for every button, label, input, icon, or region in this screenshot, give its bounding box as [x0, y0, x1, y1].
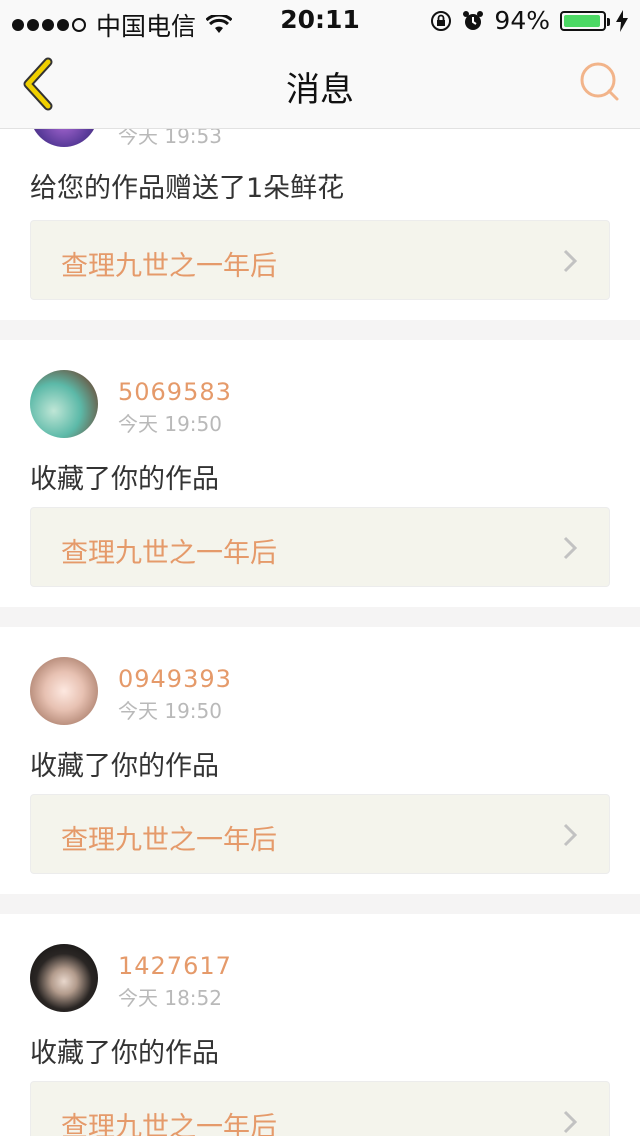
avatar[interactable]: [30, 129, 98, 147]
avatar[interactable]: [30, 370, 98, 438]
message-text: 给您的作品赠送了1朵鲜花: [30, 173, 345, 204]
status-right: 94%: [430, 6, 628, 35]
rotation-lock-icon: [431, 10, 452, 31]
list-item: 0949393 今天 19:50 收藏了你的作品 查理九世之一年后: [0, 627, 640, 894]
work-link[interactable]: 查理九世之一年后: [30, 507, 610, 587]
message-text: 收藏了你的作品: [30, 1038, 219, 1069]
username[interactable]: 1427617: [118, 952, 232, 980]
work-link[interactable]: 查理九世之一年后: [30, 220, 610, 300]
message-text: 收藏了你的作品: [30, 464, 219, 495]
charging-icon: [616, 9, 628, 32]
message-list[interactable]: 今天 19:53 给您的作品赠送了1朵鲜花 查理九世之一年后 5069583 今…: [0, 129, 640, 1136]
avatar[interactable]: [30, 944, 98, 1012]
work-title: 查理九世之一年后: [61, 251, 277, 282]
status-bar: 中国电信 20:11 94%: [0, 0, 640, 41]
work-link[interactable]: 查理九世之一年后: [30, 794, 610, 874]
work-title: 查理九世之一年后: [61, 1112, 277, 1136]
message-time: 今天 19:53: [118, 129, 222, 148]
work-link[interactable]: 查理九世之一年后: [30, 1081, 610, 1136]
message-time: 今天 19:50: [118, 412, 222, 436]
username[interactable]: 0949393: [118, 665, 232, 693]
message-time: 今天 18:52: [118, 986, 222, 1010]
page-title: 消息: [286, 70, 354, 110]
list-item: 5069583 今天 19:50 收藏了你的作品 查理九世之一年后: [0, 340, 640, 607]
avatar[interactable]: [30, 657, 98, 725]
username[interactable]: 5069583: [118, 378, 232, 406]
list-item: 今天 19:53 给您的作品赠送了1朵鲜花 查理九世之一年后: [0, 129, 640, 320]
message-time: 今天 19:50: [118, 699, 222, 723]
battery-percent: 94%: [494, 6, 550, 35]
work-title: 查理九世之一年后: [61, 538, 277, 569]
work-title: 查理九世之一年后: [61, 825, 277, 856]
chevron-right-icon: [563, 823, 578, 847]
chevron-right-icon: [563, 249, 578, 273]
chevron-right-icon: [563, 1110, 578, 1134]
search-icon[interactable]: [578, 60, 622, 104]
chevron-right-icon: [563, 536, 578, 560]
message-text: 收藏了你的作品: [30, 751, 219, 782]
battery-icon: [560, 10, 610, 31]
list-item: 1427617 今天 18:52 收藏了你的作品 查理九世之一年后: [0, 914, 640, 1136]
alarm-icon: [463, 10, 484, 30]
nav-bar: 消息: [0, 40, 640, 129]
battery-fill: [564, 14, 600, 27]
